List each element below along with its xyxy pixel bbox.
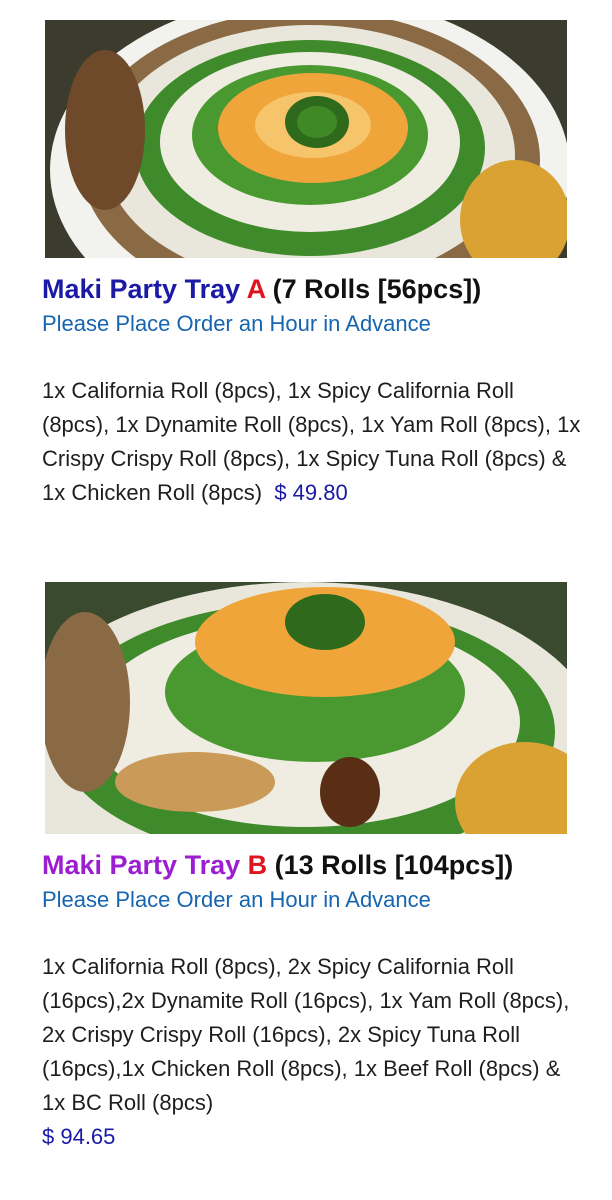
tray-b-contents: 1x California Roll (8pcs), 2x Spicy Cali… xyxy=(42,954,570,1115)
tray-b-order-notice: Please Place Order an Hour in Advance xyxy=(42,887,431,912)
tray-a-count: (7 Rolls [56pcs]) xyxy=(272,274,482,304)
tray-b-description: 1x California Roll (8pcs), 2x Spicy Cali… xyxy=(42,950,582,1154)
tray-b-letter: B xyxy=(247,850,268,880)
menu-page: Maki Party Tray A (7 Rolls [56pcs]) Plea… xyxy=(0,0,612,1200)
product-tray-b: Maki Party Tray B (13 Rolls [104pcs]) Pl… xyxy=(0,582,612,1154)
tray-a-letter: A xyxy=(246,274,266,304)
sushi-tray-b-image xyxy=(45,582,567,834)
tray-b-photo xyxy=(45,582,567,834)
tray-a-photo xyxy=(45,20,567,258)
tray-a-title: Maki Party Tray A (7 Rolls [56pcs]) xyxy=(42,270,592,308)
product-tray-a: Maki Party Tray A (7 Rolls [56pcs]) Plea… xyxy=(0,20,612,510)
sushi-tray-a-image xyxy=(45,20,567,258)
tray-a-description: 1x California Roll (8pcs), 1x Spicy Cali… xyxy=(42,374,582,510)
tray-b-title: Maki Party Tray B (13 Rolls [104pcs]) xyxy=(42,846,592,884)
tray-a-name: Maki Party Tray xyxy=(42,274,241,304)
tray-b-name: Maki Party Tray xyxy=(42,850,241,880)
tray-b-count: (13 Rolls [104pcs]) xyxy=(274,850,514,880)
tray-a-order-notice: Please Place Order an Hour in Advance xyxy=(42,311,431,336)
tray-a-price: $ 49.80 xyxy=(274,480,348,505)
tray-b-price: $ 94.65 xyxy=(42,1124,116,1149)
